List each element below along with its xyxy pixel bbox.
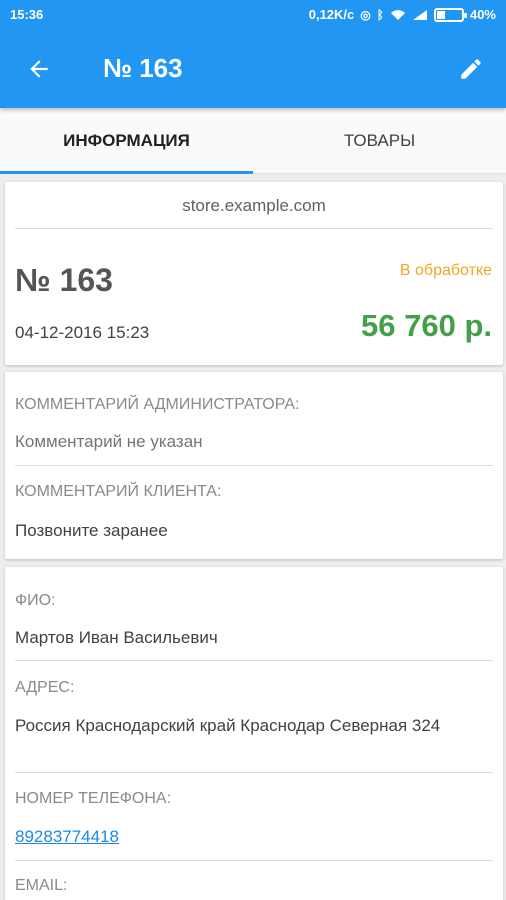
divider xyxy=(15,772,493,773)
tab-indicator xyxy=(0,171,253,174)
comments-card: КОММЕНТАРИЙ АДМИНИСТРАТОРА: Комментарий … xyxy=(5,372,503,559)
status-bar: 15:36 0,12K/c ◎ ᛒ 40% xyxy=(0,0,506,30)
order-status: В обработке xyxy=(399,262,492,279)
alarm-icon: ◎ xyxy=(360,7,371,22)
bluetooth-icon: ᛒ xyxy=(376,7,384,22)
admin-comment-label: КОММЕНТАРИЙ АДМИНИСТРАТОРА: xyxy=(15,396,300,413)
page-title: № 163 xyxy=(103,53,183,83)
client-comment-value: Позвоните заранее xyxy=(15,521,168,540)
tab-information-label: ИНФОРМАЦИЯ xyxy=(63,130,190,150)
pencil-icon xyxy=(461,59,481,79)
signal-icon xyxy=(412,9,427,20)
name-label: ФИО: xyxy=(15,592,56,609)
wifi-icon xyxy=(390,9,405,20)
status-time: 15:36 xyxy=(10,7,44,22)
order-total: 56 760 р. xyxy=(361,308,492,343)
tab-information[interactable]: ИНФОРМАЦИЯ xyxy=(0,108,253,174)
order-date: 04-12-2016 15:23 xyxy=(15,323,150,342)
status-indicators: 0,12K/c ◎ ᛒ 40% xyxy=(309,7,496,22)
client-comment-label: КОММЕНТАРИЙ КЛИЕНТА: xyxy=(15,483,222,500)
tab-bar: ИНФОРМАЦИЯ ТОВАРЫ xyxy=(0,108,506,174)
arrow-left-icon xyxy=(30,60,48,78)
phone-label: НОМЕР ТЕЛЕФОНА: xyxy=(15,790,172,807)
store-site: store.example.com xyxy=(182,196,326,215)
divider xyxy=(15,465,493,466)
battery-icon xyxy=(433,7,467,22)
battery-percent: 40% xyxy=(469,7,496,22)
app-bar: № 163 xyxy=(0,30,506,108)
customer-card: ФИО: Мартов Иван Васильевич АДРЕС: Росси… xyxy=(5,567,503,900)
network-speed: 0,12K/c xyxy=(308,7,355,22)
divider xyxy=(15,860,493,861)
admin-comment-value: Комментарий не указан xyxy=(15,432,203,451)
battery-fill xyxy=(436,10,446,19)
email-label: EMAIL: xyxy=(15,877,68,894)
tab-products-label: ТОВАРЫ xyxy=(343,130,416,150)
tab-products[interactable]: ТОВАРЫ xyxy=(253,108,506,173)
divider xyxy=(15,228,493,229)
divider xyxy=(15,660,493,661)
address-label: АДРЕС: xyxy=(15,679,75,696)
name-value: Мартов Иван Васильевич xyxy=(15,628,218,647)
edit-button[interactable] xyxy=(454,52,488,86)
address-value: Россия Краснодарский край Краснодар Севе… xyxy=(15,716,441,735)
back-button[interactable] xyxy=(22,52,56,86)
order-summary-card: store.example.com № 163 04-12-2016 15:23… xyxy=(5,182,503,365)
order-number: № 163 xyxy=(15,262,113,298)
phone-link[interactable]: 89283774418 xyxy=(15,826,489,847)
